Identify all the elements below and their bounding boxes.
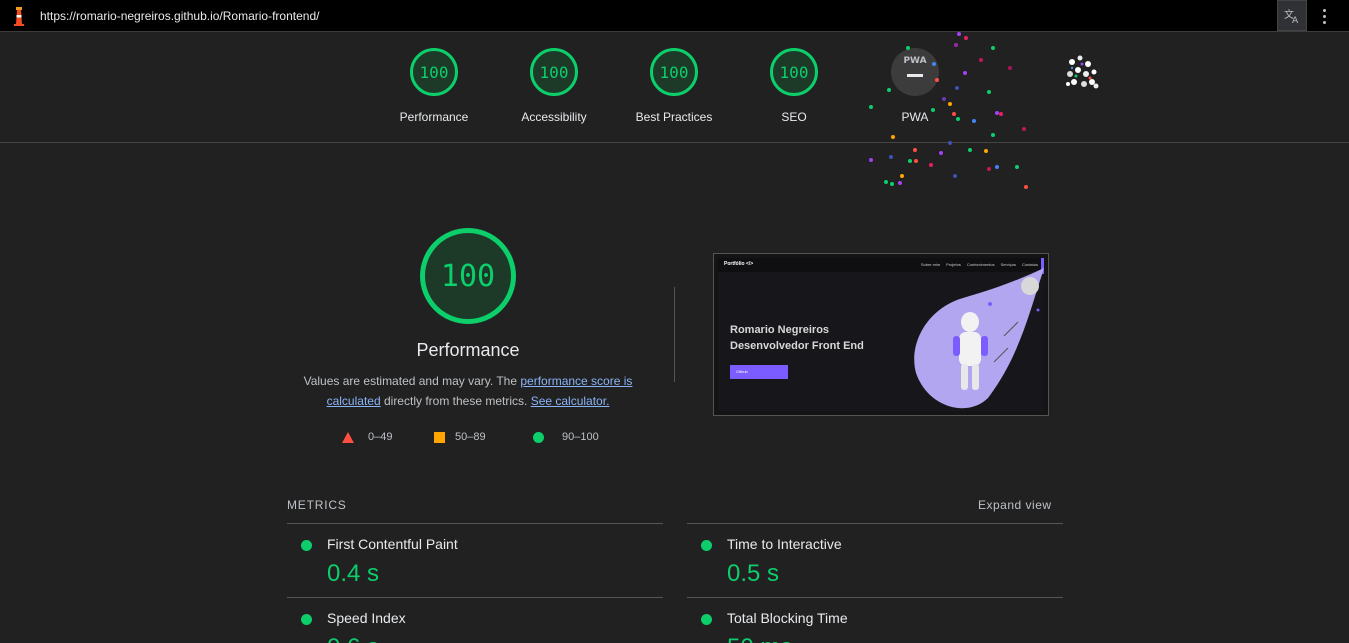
metric-value: 0.6 s	[327, 634, 379, 643]
pass-circle-icon	[701, 614, 712, 625]
score-value: 100	[770, 48, 818, 96]
scores-header: 100 Performance 100 Accessibility 100 Be…	[0, 32, 1349, 143]
score-value: 100	[650, 48, 698, 96]
thumb-github-button: Github	[730, 365, 788, 379]
legend-fail-label: 0–49	[368, 431, 393, 443]
metric-speed-index: Speed Index 0.6 s	[301, 610, 641, 643]
score-gauge-performance[interactable]: 100 Performance	[384, 48, 484, 124]
pwa-badge-text: PWA	[903, 56, 927, 66]
score-value: 100	[530, 48, 578, 96]
see-calculator-link[interactable]: See calculator.	[531, 394, 610, 408]
pass-circle-icon	[701, 540, 712, 551]
score-label: Performance	[399, 110, 469, 124]
pass-circle-icon	[301, 540, 312, 551]
fireworks-sticker-icon	[1066, 55, 1099, 89]
performance-title: Performance	[416, 340, 520, 360]
desc-text: Values are estimated and may vary. The	[303, 374, 521, 388]
metric-value: 0.4 s	[327, 560, 380, 587]
metric-value: 0.5 s	[727, 560, 780, 587]
thumb-heading-line: Desenvolvedor Front End	[730, 340, 864, 352]
metrics-rule	[687, 597, 1063, 598]
legend-average-label: 50–89	[455, 431, 486, 443]
fail-triangle-icon	[342, 431, 354, 443]
thumb-brand: Portfólio </>	[724, 261, 754, 267]
metric-first-contentful-paint: First Contentful Paint 0.4 s	[301, 536, 641, 592]
metrics-header: METRICS	[287, 498, 347, 512]
score-gauge-accessibility[interactable]: 100 Accessibility	[504, 48, 604, 124]
more-vert-icon[interactable]	[1316, 6, 1332, 26]
screenshot-content: Portfólio </> Sobre mim Projetos Conheci…	[718, 258, 1044, 411]
metric-value: 50 ms	[727, 634, 792, 643]
metrics-rule	[287, 597, 663, 598]
thumb-heading-line: Romario Negreiros	[730, 324, 830, 336]
score-gauge-best-practices[interactable]: 100 Best Practices	[624, 48, 724, 124]
desc-text: directly from these metrics.	[380, 394, 531, 408]
metric-name: First Contentful Paint	[327, 536, 458, 552]
pwa-badge-icon: PWA	[891, 48, 939, 96]
legend-pass: 90–100	[533, 431, 599, 443]
metric-name: Total Blocking Time	[727, 610, 848, 626]
metrics-rule	[287, 523, 663, 524]
astronaut-illustration-icon	[914, 268, 1044, 409]
legend-average: 50–89	[434, 431, 486, 443]
thumb-heading: Romario Negreiros Desenvolvedor Front En…	[730, 322, 890, 354]
metric-name: Speed Index	[327, 610, 406, 626]
metrics-rule	[687, 523, 1063, 524]
average-square-icon	[434, 431, 445, 443]
expand-view-button[interactable]: Expand view	[978, 498, 1052, 512]
score-label: Accessibility	[521, 110, 587, 124]
score-label: Best Practices	[635, 110, 713, 124]
score-value: 100	[410, 48, 458, 96]
performance-description: Values are estimated and may vary. The p…	[288, 371, 648, 411]
score-label: SEO	[781, 110, 807, 124]
score-label: PWA	[901, 110, 929, 124]
legend-pass-label: 90–100	[562, 431, 599, 443]
translate-icon: 文 A	[1284, 8, 1299, 25]
legend-fail: 0–49	[342, 431, 392, 443]
metric-time-to-interactive: Time to Interactive 0.5 s	[701, 536, 1041, 592]
performance-score-gauge: 100	[420, 228, 516, 324]
score-gauge-seo[interactable]: 100 SEO	[744, 48, 844, 124]
score-gauge-pwa[interactable]: PWA PWA	[865, 48, 965, 124]
lighthouse-logo-icon	[14, 7, 24, 26]
svg-text:A: A	[1292, 16, 1299, 25]
report-url[interactable]: https://romario-negreiros.github.io/Roma…	[40, 9, 319, 23]
divider	[674, 287, 675, 382]
final-screenshot[interactable]: Portfólio </> Sobre mim Projetos Conheci…	[713, 253, 1049, 416]
metric-name: Time to Interactive	[727, 536, 842, 552]
metric-total-blocking-time: Total Blocking Time 50 ms	[701, 610, 1041, 643]
top-bar: https://romario-negreiros.github.io/Roma…	[0, 0, 1349, 32]
pass-circle-icon	[301, 614, 312, 625]
translate-button[interactable]: 文 A	[1277, 0, 1307, 31]
pass-circle-icon	[533, 431, 544, 443]
